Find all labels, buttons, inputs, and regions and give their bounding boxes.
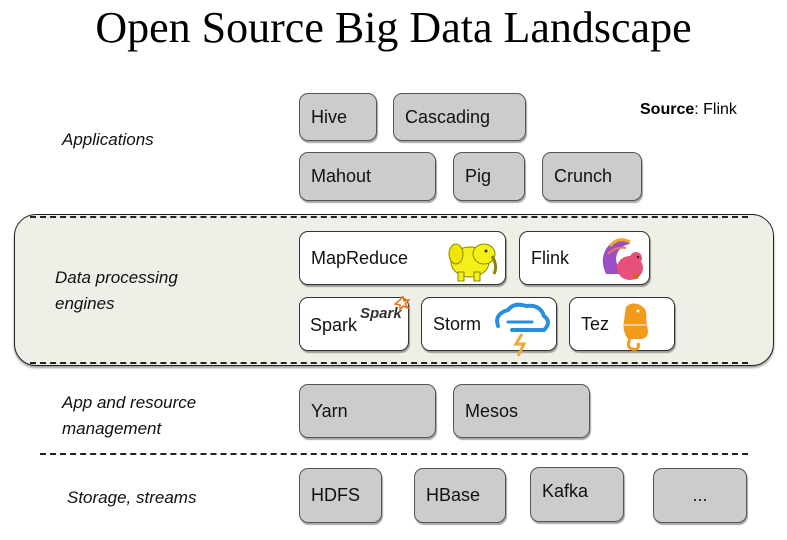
layer-label-resource-line2: management: [62, 419, 162, 438]
engine-box-flink: Flink: [519, 231, 650, 285]
engine-box-tez: Tez: [569, 297, 675, 351]
storage-box-hdfs: HDFS: [299, 468, 382, 523]
layer-label-engines: Data processing engines: [55, 265, 178, 317]
slide-title: Open Source Big Data Landscape: [95, 3, 692, 52]
svg-text:Spark: Spark: [360, 305, 402, 322]
storm-cloud-icon: [495, 302, 550, 356]
hadoop-elephant-icon: [448, 243, 498, 282]
engine-label: MapReduce: [311, 247, 409, 268]
app-box-pig: Pig: [453, 152, 525, 201]
layer-label-storage: Storage, streams: [67, 488, 197, 507]
flink-squirrel-icon: [602, 238, 643, 280]
engine-box-mapreduce: MapReduce: [299, 231, 506, 285]
dashed-divider-engines-bottom: [30, 362, 748, 364]
app-box-cascading: Cascading: [393, 93, 526, 141]
engine-box-spark: Spark Spark: [299, 296, 410, 351]
footer-date-cropped: ▪▪▪▪▪▪▪▪▪: [33, 528, 113, 534]
storage-box-hbase: HBase: [414, 468, 506, 523]
layer-label-applications: Applications: [62, 130, 154, 149]
engine-label: Flink: [531, 247, 570, 268]
layer-label-engines-line2: engines: [55, 294, 115, 313]
engine-box-storm: Storm: [421, 297, 557, 356]
spark-logo-icon: Spark: [360, 296, 410, 322]
engine-label: Spark: [310, 314, 358, 335]
layer-label-engines-line1: Data processing: [55, 268, 178, 287]
storage-box-kafka: Kafka: [530, 467, 624, 522]
app-box-mahout: Mahout: [299, 152, 436, 201]
engine-label: Storm: [433, 313, 482, 334]
source-value: : Flink: [694, 101, 737, 118]
resource-box-yarn: Yarn: [299, 384, 436, 438]
app-box-hive: Hive: [299, 93, 377, 141]
layer-label-resource: App and resource management: [62, 390, 196, 442]
source-note: Source: Flink: [640, 101, 737, 119]
footer-page-cropped: ▪: [736, 528, 746, 534]
tez-elephant-icon: [623, 303, 648, 351]
storage-box-more: ...: [653, 468, 747, 523]
source-label: Source: [640, 101, 695, 118]
app-box-crunch: Crunch: [542, 152, 642, 201]
layer-label-resource-line1: App and resource: [62, 393, 197, 412]
dashed-divider-storage: [40, 453, 748, 455]
resource-box-mesos: Mesos: [453, 384, 590, 438]
dashed-divider-top: [30, 216, 748, 218]
footer-title-cropped: ▪▪▪▪▪▪▪▪▪▪▪▪▪: [310, 528, 470, 534]
engine-label: Tez: [581, 313, 610, 334]
